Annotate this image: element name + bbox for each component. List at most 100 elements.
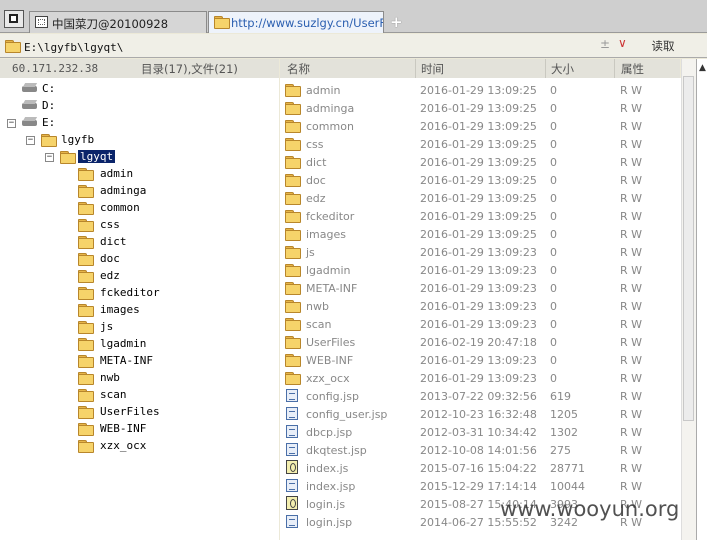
chevron-down-icon[interactable]: ∨ — [618, 36, 627, 50]
file-name: scan — [306, 318, 332, 331]
tree-folder-item[interactable]: css — [0, 217, 220, 233]
file-attr: R W — [620, 372, 643, 385]
file-time: 2015-12-29 17:14:14 — [420, 480, 537, 493]
file-attr: R W — [620, 354, 643, 367]
folder-row[interactable]: UserFiles 2016-02-19 20:47:18 0 R W — [280, 333, 681, 351]
collapse-icon[interactable]: − — [45, 153, 54, 162]
folder-row[interactable]: META-INF 2016-01-29 13:09:23 0 R W — [280, 279, 681, 297]
collapse-icon[interactable]: − — [7, 119, 16, 128]
file-row[interactable]: index.jsp 2015-12-29 17:14:14 10044 R W — [280, 477, 681, 495]
path-input[interactable] — [24, 37, 634, 56]
folder-row[interactable]: css 2016-01-29 13:09:25 0 R W — [280, 135, 681, 153]
tree-folder-item[interactable]: js — [0, 319, 220, 335]
collapse-icon[interactable]: − — [26, 136, 35, 145]
file-size: 0 — [550, 192, 557, 205]
tree-folder-item[interactable]: admin — [0, 166, 220, 182]
folder-icon — [285, 174, 301, 187]
file-attr: R W — [620, 480, 643, 493]
tree-folder-item[interactable]: scan — [0, 387, 220, 403]
folder-icon — [78, 423, 94, 436]
folder-row[interactable]: dict 2016-01-29 13:09:25 0 R W — [280, 153, 681, 171]
file-attr: R W — [620, 336, 643, 349]
tree-folder-lgyfb[interactable]: − lgyfb — [0, 132, 200, 148]
folder-icon — [285, 264, 301, 277]
tree-drive-c[interactable]: C: — [0, 81, 200, 97]
column-name[interactable]: 名称 — [287, 61, 310, 77]
folder-row[interactable]: nwb 2016-01-29 13:09:23 0 R W — [280, 297, 681, 315]
file-size: 0 — [550, 102, 557, 115]
file-name: fckeditor — [306, 210, 355, 223]
file-row[interactable]: config.jsp 2013-07-22 09:32:56 619 R W — [280, 387, 681, 405]
tree-folder-item[interactable]: lgadmin — [0, 336, 220, 352]
folder-icon — [285, 156, 301, 169]
tree-folder-item[interactable]: doc — [0, 251, 220, 267]
folder-row[interactable]: admin 2016-01-29 13:09:25 0 R W — [280, 81, 681, 99]
folder-row[interactable]: doc 2016-01-29 13:09:25 0 R W — [280, 171, 681, 189]
vertical-scrollbar[interactable] — [681, 59, 696, 540]
new-tab-button[interactable]: + — [390, 13, 403, 31]
file-row[interactable]: dkqtest.jsp 2012-10-08 14:01:56 275 R W — [280, 441, 681, 459]
folder-row[interactable]: common 2016-01-29 13:09:25 0 R W — [280, 117, 681, 135]
file-row[interactable]: dbcp.jsp 2012-03-31 10:34:42 1302 R W — [280, 423, 681, 441]
tree-folder-item[interactable]: fckeditor — [0, 285, 220, 301]
folder-row[interactable]: edz 2016-01-29 13:09:25 0 R W — [280, 189, 681, 207]
drive-icon — [22, 100, 38, 110]
file-size: 0 — [550, 372, 557, 385]
folder-row[interactable]: xzx_ocx 2016-01-29 13:09:23 0 R W — [280, 369, 681, 387]
read-button[interactable]: 读取 — [638, 37, 688, 55]
file-size: 0 — [550, 264, 557, 277]
folder-row[interactable]: adminga 2016-01-29 13:09:25 0 R W — [280, 99, 681, 117]
tree-folder-label: common — [100, 201, 140, 214]
tree-folder-item[interactable]: UserFiles — [0, 404, 220, 420]
folder-row[interactable]: scan 2016-01-29 13:09:23 0 R W — [280, 315, 681, 333]
folder-icon — [285, 210, 301, 223]
folder-row[interactable]: js 2016-01-29 13:09:23 0 R W — [280, 243, 681, 261]
tree-drive-e[interactable]: − E: — [0, 115, 200, 131]
file-time: 2016-02-19 20:47:18 — [420, 336, 537, 349]
scroll-up-icon[interactable]: ▲ — [699, 63, 706, 73]
folder-icon — [285, 102, 301, 115]
column-divider[interactable] — [415, 59, 416, 78]
file-attr: R W — [620, 462, 643, 475]
tree-folder-item[interactable]: edz — [0, 268, 220, 284]
tab-caidao[interactable]: 中国菜刀@20100928 — [29, 11, 207, 33]
tree-folder-item[interactable]: WEB-INF — [0, 421, 220, 437]
tree-folder-item[interactable]: dict — [0, 234, 220, 250]
file-size: 0 — [550, 300, 557, 313]
file-row[interactable]: index.js 2015-07-16 15:04:22 28771 R W — [280, 459, 681, 477]
spin-icon[interactable]: ± — [600, 37, 610, 51]
column-size[interactable]: 大小 — [551, 61, 574, 77]
tree-folder-item[interactable]: META-INF — [0, 353, 220, 369]
file-attr: R W — [620, 246, 643, 259]
file-size: 0 — [550, 156, 557, 169]
tab-url[interactable]: http://www.suzlgy.cn/UserFil... — [208, 11, 384, 33]
file-attr: R W — [620, 300, 643, 313]
folder-row[interactable]: images 2016-01-29 13:09:25 0 R W — [280, 225, 681, 243]
tree-folder-item[interactable]: images — [0, 302, 220, 318]
file-time: 2016-01-29 13:09:25 — [420, 228, 537, 241]
folder-row[interactable]: WEB-INF 2016-01-29 13:09:23 0 R W — [280, 351, 681, 369]
file-attr: R W — [620, 156, 643, 169]
tree-folder-item[interactable]: adminga — [0, 183, 220, 199]
tree-drive-d[interactable]: D: — [0, 98, 200, 114]
tree-folder-lgyqt[interactable]: − lgyqt — [0, 149, 200, 165]
tab-bar: 中国菜刀@20100928 http://www.suzlgy.cn/UserF… — [0, 0, 707, 33]
file-name: edz — [306, 192, 326, 205]
file-time: 2016-01-29 13:09:25 — [420, 120, 537, 133]
folder-row[interactable]: fckeditor 2016-01-29 13:09:25 0 R W — [280, 207, 681, 225]
column-divider[interactable] — [545, 59, 546, 78]
tree-folder-item[interactable]: common — [0, 200, 220, 216]
column-time[interactable]: 时间 — [421, 61, 444, 77]
tree-folder-item[interactable]: xzx_ocx — [0, 438, 220, 454]
file-name: admin — [306, 84, 341, 97]
file-row[interactable]: config_user.jsp 2012-10-23 16:32:48 1205 R … — [280, 405, 681, 423]
tree-folder-item[interactable]: nwb — [0, 370, 220, 386]
window-menu-button[interactable] — [4, 10, 24, 28]
column-divider[interactable] — [614, 59, 615, 78]
column-attr[interactable]: 属性 — [621, 61, 644, 77]
scrollbar-thumb[interactable] — [683, 76, 694, 421]
file-time: 2016-01-29 13:09:25 — [420, 156, 537, 169]
directory-tree: C: D: − E: − lgyfb − lgyqt admin adminga c… — [0, 78, 279, 540]
folder-open-icon — [60, 151, 76, 164]
folder-row[interactable]: lgadmin 2016-01-29 13:09:23 0 R W — [280, 261, 681, 279]
